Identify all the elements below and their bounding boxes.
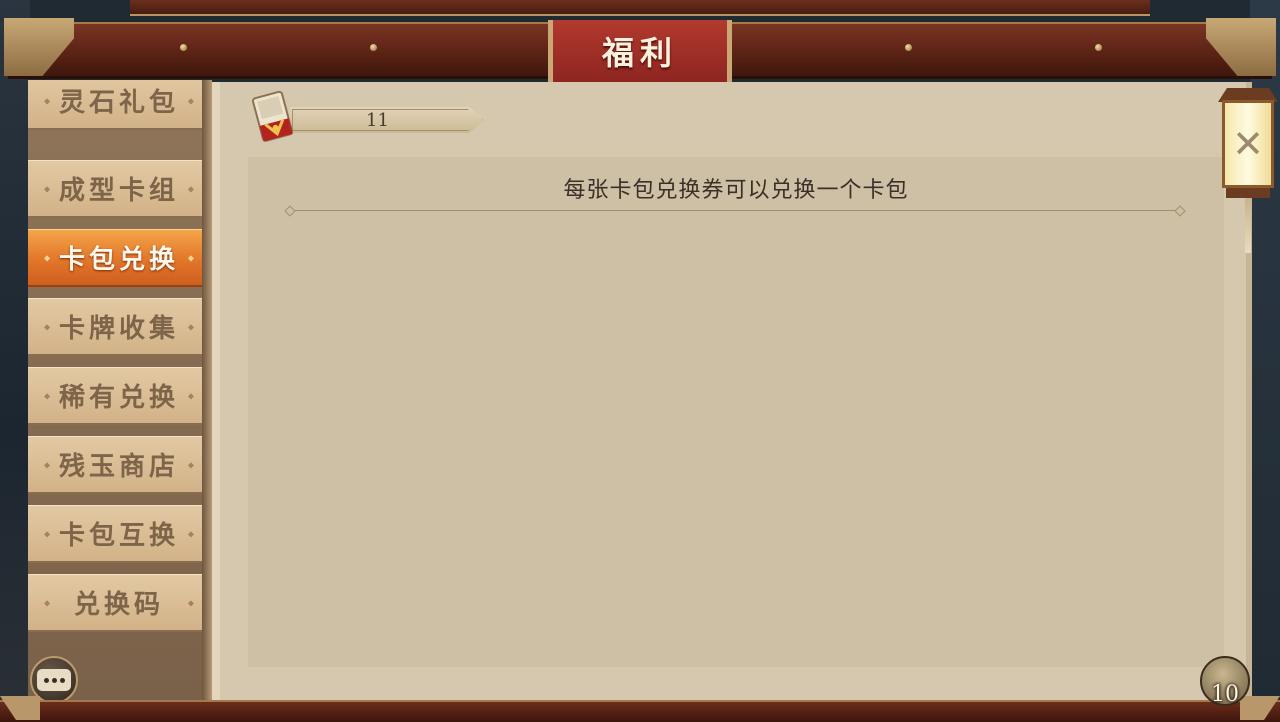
close-button[interactable]: ✕ (1218, 88, 1278, 258)
page-title: 福利 (601, 34, 678, 72)
sidebar: 灵石礼包 成型卡组 卡包兑换 卡牌收集 稀有兑换 残玉商店 卡包互换 兑换码 (28, 80, 212, 700)
lantern-tassel (1245, 198, 1251, 253)
sidebar-item-card-pack-exchange[interactable]: 卡包兑换 (28, 229, 210, 287)
sidebar-item-label: 稀有兑换 (58, 383, 179, 413)
scene-background-left (0, 0, 30, 720)
sidebar-item-label: 成型卡组 (58, 176, 179, 206)
content-area (248, 157, 1224, 667)
card-pack-voucher-icon (252, 90, 294, 142)
sidebar-item-preset-deck[interactable]: 成型卡组 (28, 160, 210, 218)
sidebar-item-redeem-code[interactable]: 兑换码 (28, 574, 210, 632)
sidebar-item-label: 卡包兑换 (58, 245, 179, 275)
sidebar-item-label: 残玉商店 (58, 452, 179, 482)
sidebar-item-spirit-stone-pack[interactable]: 灵石礼包 (28, 80, 210, 130)
beam-stud (180, 44, 187, 51)
lantern-body: ✕ (1222, 100, 1274, 188)
exchange-description: 每张卡包兑换券可以兑换一个卡包 (563, 178, 909, 203)
voucher-counter: 11 (290, 107, 485, 133)
close-icon: ✕ (1232, 122, 1264, 166)
title-plaque: 福利 (548, 20, 732, 82)
top-rail (130, 0, 1150, 16)
beam-stud (1095, 44, 1102, 51)
beam-stud (905, 44, 912, 51)
voucher-count: 11 (366, 109, 389, 131)
sidebar-item-rare-exchange[interactable]: 稀有兑换 (28, 367, 210, 425)
sidebar-item-label: 灵石礼包 (58, 88, 179, 118)
sidebar-item-label: 兑换码 (73, 590, 164, 620)
chat-icon (37, 669, 71, 691)
bottom-frame (0, 700, 1280, 722)
beam-stud (370, 44, 377, 51)
sidebar-item-card-collection[interactable]: 卡牌收集 (28, 298, 210, 356)
coin-count: 10 (1211, 682, 1239, 707)
sidebar-item-card-pack-swap[interactable]: 卡包互换 (28, 505, 210, 563)
divider (290, 210, 1180, 211)
lantern-base (1226, 188, 1270, 198)
sidebar-item-label: 卡牌收集 (58, 314, 179, 344)
sidebar-item-label: 卡包互换 (58, 521, 179, 551)
sidebar-item-jade-shop[interactable]: 残玉商店 (28, 436, 210, 494)
